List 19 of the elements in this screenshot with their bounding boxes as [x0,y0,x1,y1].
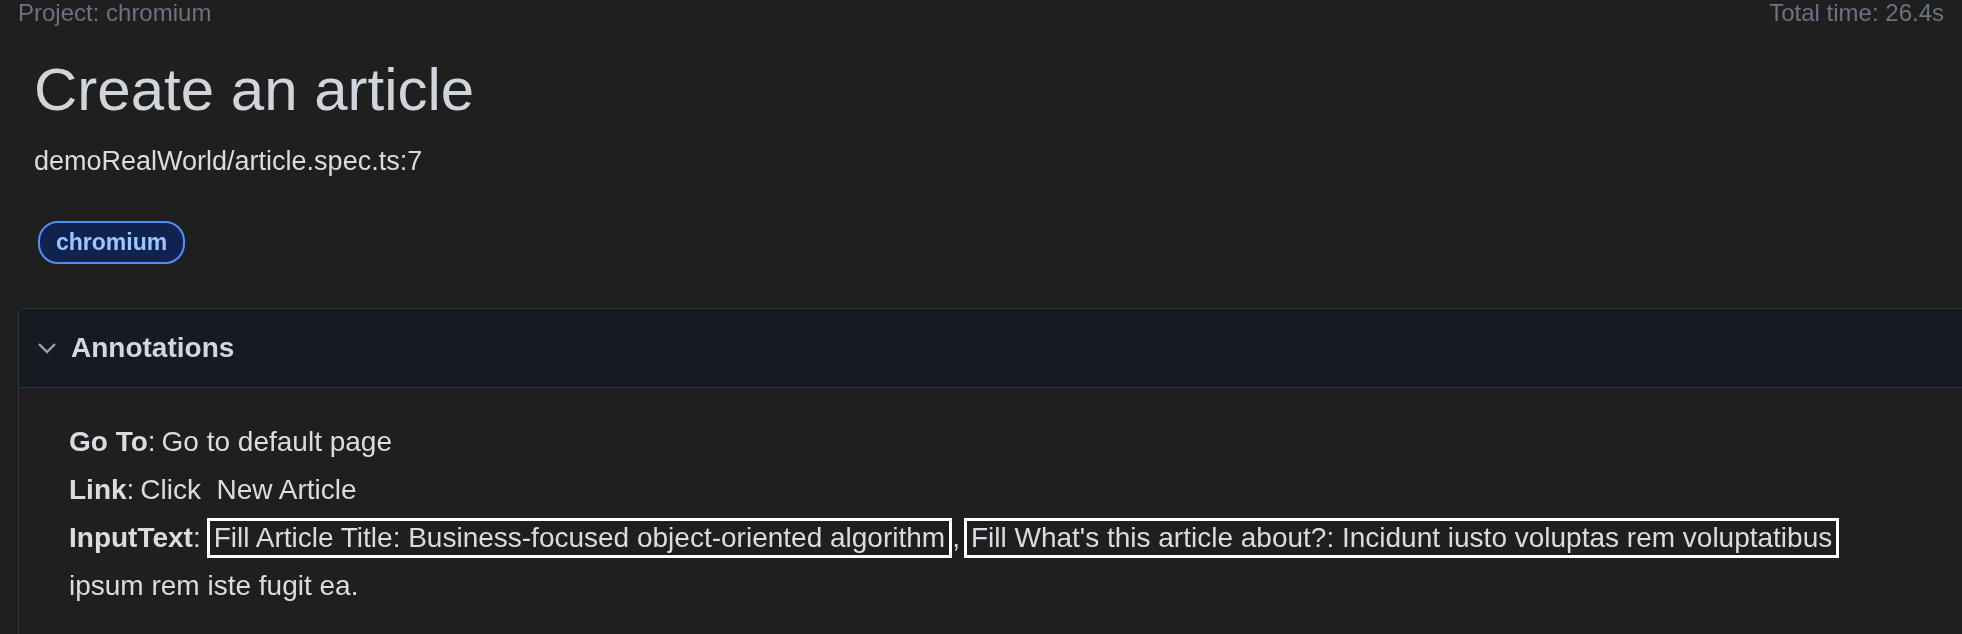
project-tag[interactable]: chromium [38,221,186,264]
project-label: Project: chromium [18,0,212,26]
annotation-type: Go To [69,425,148,459]
annotation-separator: : [147,425,156,459]
highlighted-annotation: Fill Article Title: Business-focused object-oriented algorithm [206,518,953,558]
annotation-text: , [952,521,960,555]
total-time: Total time: 26.4s [1769,0,1944,26]
annotations-title: Annotations [71,332,235,364]
annotation-type: Link [69,473,127,507]
highlighted-annotation: Fill What's this article about?: Incidunt iusto voluptas rem voluptatibus [963,518,1840,558]
test-title: Create an article [34,60,476,120]
annotations-header[interactable]: Annotations [19,309,1962,388]
annotation-text: Go to default page [161,425,392,459]
annotation-text: Click New Article [140,473,357,507]
test-location: demoRealWorld/article.spec.ts:7 [34,146,424,177]
annotation-type: InputText [69,521,193,555]
annotation-separator: : [192,521,201,555]
annotation-text: ipsum rem iste fugit ea. [69,569,359,603]
annotation-separator: : [126,473,135,507]
